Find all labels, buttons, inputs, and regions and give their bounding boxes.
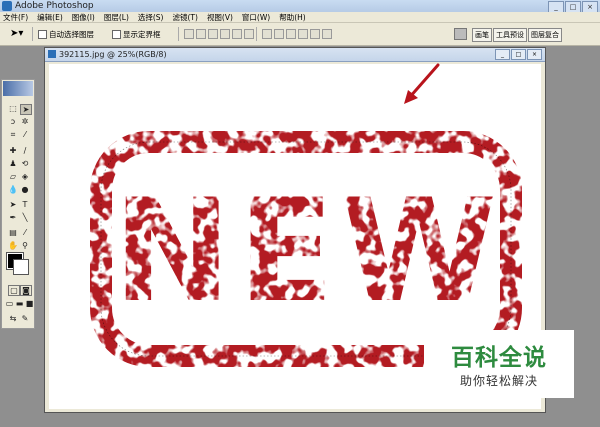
line-tool-icon[interactable]: ╲ xyxy=(20,213,30,222)
screen-mode-full-icon[interactable]: ■ xyxy=(25,299,34,308)
distribute-vcenter-icon[interactable] xyxy=(274,29,284,39)
paint-bucket-icon[interactable]: ◈ xyxy=(20,172,30,181)
doc-maximize-button[interactable]: □ xyxy=(511,49,526,60)
distribute-bottom-icon[interactable] xyxy=(286,29,296,39)
palette-tab-tool-presets[interactable]: 工具预设 xyxy=(493,28,527,42)
dodge-tool-icon[interactable]: ● xyxy=(20,185,30,194)
menu-window[interactable]: 窗口(W) xyxy=(242,12,270,22)
auto-select-layer-label: 自动选择图层 xyxy=(49,30,94,39)
palette-well: 画笔 工具预设 图层复合 xyxy=(472,26,598,42)
doc-close-button[interactable]: × xyxy=(527,49,542,60)
feather-logo-icon[interactable] xyxy=(3,81,33,96)
annotation-arrow xyxy=(404,63,440,104)
screen-mode-standard-icon[interactable]: ▭ xyxy=(5,299,14,308)
stamp-text: NEW xyxy=(113,169,503,334)
distribute-left-icon[interactable] xyxy=(298,29,308,39)
app-title: Adobe Photoshop xyxy=(15,1,94,11)
zoom-tool-icon[interactable]: ⚲ xyxy=(20,241,30,250)
type-tool-icon[interactable]: T xyxy=(20,200,30,209)
standard-mode-icon[interactable]: ▢ xyxy=(8,285,20,296)
menu-view[interactable]: 视图(V) xyxy=(207,12,233,22)
pen-tool-icon[interactable]: ✒ xyxy=(8,213,18,222)
history-brush-icon[interactable]: ⟲ xyxy=(20,159,30,168)
divider xyxy=(256,27,257,41)
palette-tab-layer-comps[interactable]: 图层复合 xyxy=(528,28,562,42)
auto-select-layer-checkbox[interactable]: 自动选择图层 xyxy=(38,29,94,40)
menu-filter[interactable]: 滤镜(T) xyxy=(173,12,198,22)
screen-mode-menu-icon[interactable]: ▬ xyxy=(15,299,24,308)
watermark: 百科全说 助你轻松解决 xyxy=(424,330,574,398)
checkbox-box xyxy=(112,30,121,39)
document-window-controls: _ □ × xyxy=(495,49,542,60)
distribute-hcenter-icon[interactable] xyxy=(310,29,320,39)
align-left-icon[interactable] xyxy=(220,29,230,39)
eyedropper-icon[interactable]: ⁄ xyxy=(20,228,30,237)
menu-file[interactable]: 文件(F) xyxy=(3,12,28,22)
path-select-icon[interactable]: ➤ xyxy=(8,200,18,209)
distribute-right-icon[interactable] xyxy=(322,29,332,39)
window-controls: _ □ × xyxy=(548,0,598,13)
palette-tab-brushes[interactable]: 画笔 xyxy=(472,28,492,42)
slice-tool-icon[interactable]: ⁄ xyxy=(20,130,30,139)
printer-icon[interactable] xyxy=(454,28,467,40)
lasso-tool-icon[interactable]: ↄ xyxy=(8,117,18,126)
align-top-icon[interactable] xyxy=(184,29,194,39)
menu-image[interactable]: 图像(I) xyxy=(72,12,95,22)
brush-tool-icon[interactable]: ∕ xyxy=(20,146,30,155)
eraser-tool-icon[interactable]: ▱ xyxy=(8,172,18,181)
document-title: 392115.jpg @ 25%(RGB/8) xyxy=(59,50,167,59)
menu-edit[interactable]: 编辑(E) xyxy=(37,12,63,22)
doc-minimize-button[interactable]: _ xyxy=(495,49,510,60)
document-icon xyxy=(48,50,56,58)
menu-select[interactable]: 选择(S) xyxy=(138,12,164,22)
background-color-swatch[interactable] xyxy=(13,259,29,275)
align-hcenter-icon[interactable] xyxy=(232,29,242,39)
align-right-icon[interactable] xyxy=(244,29,254,39)
photoshop-icon xyxy=(2,1,12,11)
marquee-tool-icon[interactable]: ⬚ xyxy=(8,104,18,113)
clone-stamp-icon[interactable]: ♟ xyxy=(8,159,18,168)
imageready-jump-icon[interactable]: ⇆ xyxy=(8,314,18,323)
move-tool-preset-icon[interactable]: ➤▾ xyxy=(10,28,23,39)
align-buttons xyxy=(184,29,254,39)
show-bounding-box-checkbox[interactable]: 显示定界框 xyxy=(112,29,161,40)
divider xyxy=(32,27,33,41)
notes-tool-icon[interactable]: ▤ xyxy=(8,228,18,237)
checkbox-box xyxy=(38,30,47,39)
quick-mask-icon[interactable]: ◙ xyxy=(20,285,32,296)
menu-layer[interactable]: 图层(L) xyxy=(104,12,129,22)
magic-wand-icon[interactable]: ✲ xyxy=(20,117,30,126)
healing-brush-icon[interactable]: ✚ xyxy=(8,146,18,155)
align-bottom-icon[interactable] xyxy=(208,29,218,39)
move-tool-icon[interactable]: ➤ xyxy=(20,104,32,115)
distribute-top-icon[interactable] xyxy=(262,29,272,39)
watermark-subtitle: 助你轻松解决 xyxy=(459,374,538,388)
hand-tool-icon[interactable]: ✋ xyxy=(8,241,18,250)
show-bounding-box-label: 显示定界框 xyxy=(123,30,161,39)
toolbox: ⬚ ➤ ↄ ✲ ⌗ ⁄ ✚ ∕ ♟ ⟲ ▱ ◈ 💧 ● ➤ T ✒ ╲ ▤ ⁄ … xyxy=(1,79,35,329)
blur-tool-icon[interactable]: 💧 xyxy=(8,185,18,194)
document-titlebar: 392115.jpg @ 25%(RGB/8) _ □ × xyxy=(45,48,545,62)
edit-in-imageready-icon[interactable]: ✎ xyxy=(20,314,30,323)
menu-bar: 文件(F) 编辑(E) 图像(I) 图层(L) 选择(S) 滤镜(T) 视图(V… xyxy=(0,12,600,23)
divider xyxy=(178,27,179,41)
distribute-buttons xyxy=(262,29,332,39)
crop-tool-icon[interactable]: ⌗ xyxy=(8,130,18,139)
app-titlebar: Adobe Photoshop _ □ × xyxy=(0,0,600,13)
align-vcenter-icon[interactable] xyxy=(196,29,206,39)
watermark-title: 百科全说 xyxy=(451,345,547,371)
menu-help[interactable]: 帮助(H) xyxy=(279,12,306,22)
